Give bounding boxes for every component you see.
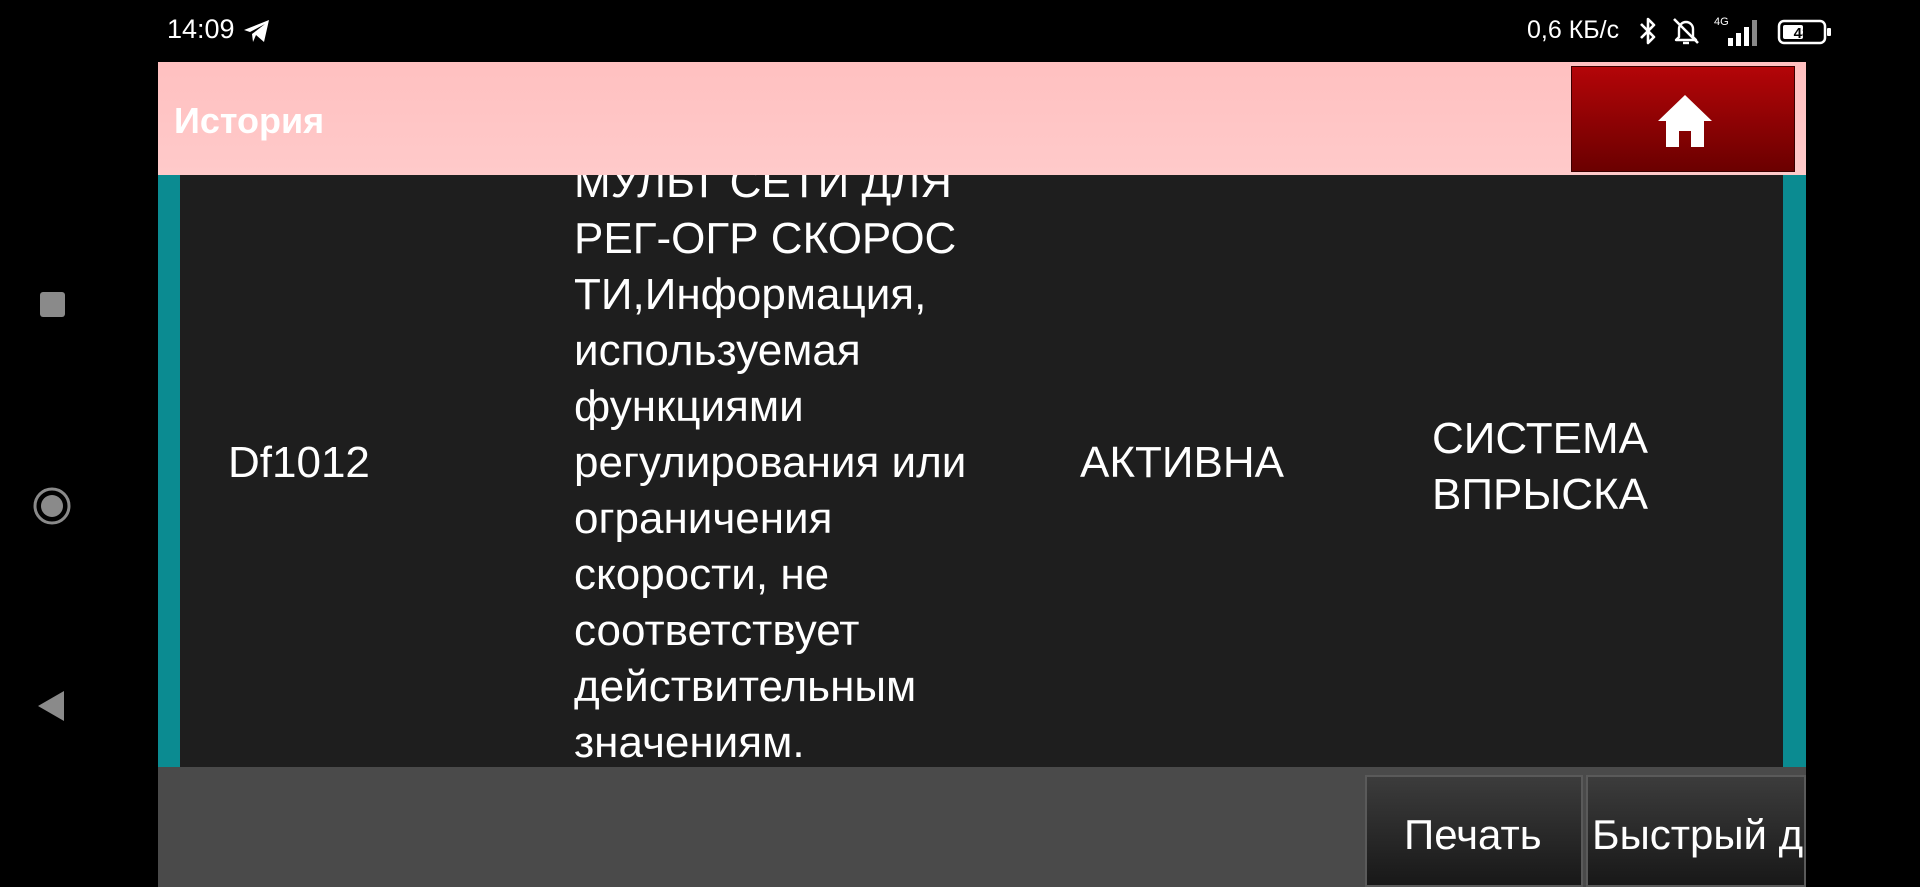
print-button-label: Печать (1404, 811, 1542, 858)
status-time: 14:09 (167, 14, 235, 44)
telegram-icon (244, 20, 269, 42)
app-header: История (158, 62, 1806, 175)
bell-off-icon (1673, 18, 1699, 45)
signal-icon: 4G (1714, 16, 1757, 46)
bluetooth-icon (1640, 17, 1656, 45)
fault-description: МУЛЬТ СЕТИ ДЛЯ РЕГ-ОГР СКОРОС ТИ,Информа… (574, 175, 967, 767)
network-type-label: 4G (1714, 16, 1729, 28)
app-window: История Df1012 МУЛЬТ СЕТИ ДЛЯ РЕГ-ОГР СК… (158, 62, 1806, 887)
battery-level: 48 (1794, 25, 1811, 42)
system-nav-bar (0, 62, 158, 887)
fault-system: СИСТЕМА ВПРЫСКА (1432, 414, 1649, 519)
print-button[interactable]: Печать (1365, 775, 1583, 887)
status-bar: 14:09 0,6 КБ/с 4G 48 (0, 0, 1920, 62)
home-button[interactable] (1571, 66, 1795, 172)
back-icon[interactable] (36, 689, 66, 723)
battery-icon: 48 (1777, 19, 1831, 45)
quick-button-label: Быстрый д (1592, 811, 1804, 858)
screen: 14:09 0,6 КБ/с 4G 48 История Df1012 МУЛЬ… (0, 0, 1920, 887)
page-title: История (174, 100, 325, 141)
list-accent-left (158, 175, 180, 767)
quick-diagnostic-button[interactable]: Быстрый д (1586, 775, 1806, 887)
recents-icon[interactable] (40, 292, 65, 317)
fault-code: Df1012 (228, 438, 370, 487)
footer-bar: Печать Быстрый д (158, 767, 1806, 887)
list-item[interactable]: Df1012 МУЛЬТ СЕТИ ДЛЯ РЕГ-ОГР СКОРОС ТИ,… (180, 175, 1783, 767)
fault-status: АКТИВНА (1080, 438, 1284, 487)
network-speed: 0,6 КБ/с (1527, 16, 1620, 44)
list-accent-right (1783, 175, 1806, 767)
home-icon (1658, 95, 1712, 147)
home-circle-icon[interactable] (32, 486, 72, 526)
history-list[interactable]: Df1012 МУЛЬТ СЕТИ ДЛЯ РЕГ-ОГР СКОРОС ТИ,… (158, 175, 1806, 767)
